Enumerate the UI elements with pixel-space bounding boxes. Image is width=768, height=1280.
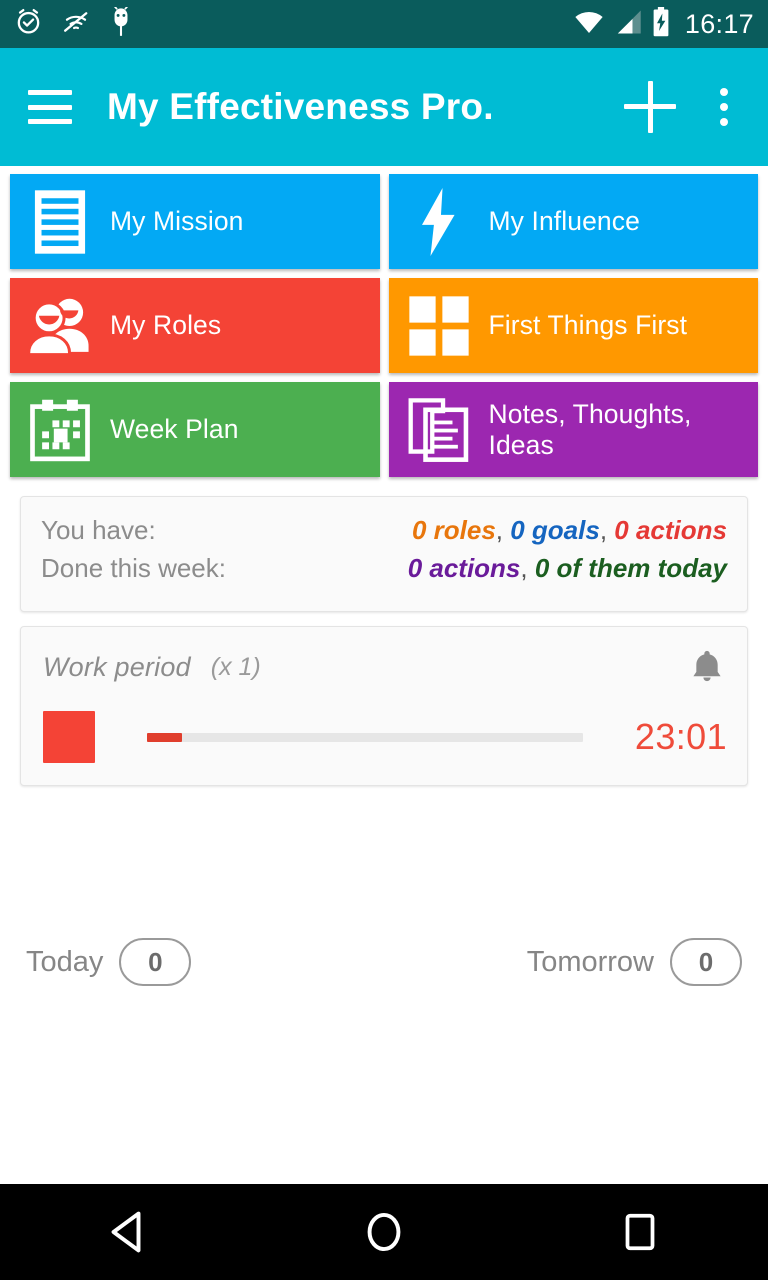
- more-vertical-icon[interactable]: [720, 88, 728, 126]
- tile-my-influence[interactable]: My Influence: [388, 174, 758, 269]
- day-summary-bar: Today 0 Tomorrow 0: [0, 934, 768, 990]
- status-bar-clock: 16:17: [684, 8, 754, 39]
- stats-row-done-this-week: Done this week: 0 actions, 0 of them tod…: [41, 553, 727, 591]
- stats-have-label: You have:: [41, 515, 156, 545]
- tile-label: Week Plan: [110, 414, 239, 445]
- summary-stats-card: You have: 0 roles, 0 goals, 0 actions Do…: [20, 496, 748, 612]
- android-bug-icon: [109, 4, 133, 42]
- work-period-count: (x 1): [210, 652, 261, 681]
- stats-have-values: 0 roles, 0 goals, 0 actions: [411, 515, 727, 545]
- tile-my-mission[interactable]: My Mission: [10, 174, 380, 269]
- alarm-check-icon: [14, 7, 43, 41]
- tile-label: My Mission: [110, 206, 244, 237]
- plus-icon[interactable]: [624, 81, 676, 133]
- tile-week-plan[interactable]: Week Plan: [10, 382, 380, 477]
- cell-signal-icon: [614, 9, 642, 40]
- work-period-title: Work period: [43, 651, 191, 682]
- tile-label: Notes, Thoughts, Ideas: [488, 399, 692, 460]
- stat-goals: 0 goals: [510, 515, 600, 545]
- stat-roles: 0 roles: [411, 515, 496, 545]
- tomorrow-count-badge: 0: [670, 938, 742, 986]
- document-lines-icon: [22, 184, 98, 260]
- stats-done-values: 0 actions, 0 of them today: [407, 553, 727, 583]
- stats-row-you-have: You have: 0 roles, 0 goals, 0 actions: [41, 515, 727, 553]
- recents-square-icon[interactable]: [580, 1184, 700, 1280]
- work-period-progress-fill: [147, 732, 182, 742]
- tomorrow-label: Tomorrow: [526, 945, 654, 978]
- status-bar: 16:17: [0, 0, 768, 48]
- tile-label: My Roles: [110, 310, 222, 341]
- work-period-controls: 23:01: [43, 711, 727, 763]
- wifi-icon: [573, 9, 605, 40]
- hamburger-menu-icon[interactable]: [28, 90, 72, 124]
- tile-label: My Influence: [488, 206, 640, 237]
- app-bar-actions: [624, 81, 746, 133]
- tile-label: First Things First: [488, 310, 688, 341]
- quadrant-grid-icon: [401, 288, 477, 364]
- today-label: Today: [26, 945, 104, 978]
- stat-done-actions: 0 actions: [407, 553, 521, 583]
- page-title: My Effectiveness Pro.: [107, 86, 494, 127]
- battery-charging-icon: [651, 6, 671, 42]
- status-bar-right-icons: 16:17: [573, 6, 754, 42]
- stat-actions: 0 actions: [614, 515, 727, 545]
- tile-my-roles[interactable]: My Roles: [10, 278, 380, 373]
- lightning-bolt-icon: [401, 184, 477, 260]
- work-period-progress-bar[interactable]: [147, 732, 583, 742]
- wifi-off-icon: [61, 7, 91, 41]
- people-group-icon: [22, 288, 98, 364]
- app-screen: 16:17 My Effectiveness Pro. My Mission M…: [0, 0, 768, 1280]
- app-bar: My Effectiveness Pro.: [0, 48, 768, 166]
- work-period-header: Work period (x 1): [43, 645, 727, 689]
- today-count-badge: 0: [119, 938, 192, 986]
- work-period-timer: 23:01: [634, 716, 727, 757]
- status-bar-left-icons: [14, 4, 133, 42]
- android-navigation-bar: [0, 1184, 768, 1280]
- today-group[interactable]: Today 0: [26, 938, 192, 986]
- tile-notes-thoughts-ideas[interactable]: Notes, Thoughts, Ideas: [388, 382, 758, 477]
- feature-tile-grid: My Mission My Influence My Roles First T…: [0, 166, 768, 477]
- back-triangle-icon[interactable]: [68, 1184, 188, 1280]
- tomorrow-group[interactable]: Tomorrow 0: [527, 938, 742, 986]
- work-period-card: Work period (x 1) 23:01: [20, 626, 748, 786]
- calendar-icon: [22, 392, 98, 468]
- tile-first-things-first[interactable]: First Things First: [388, 278, 758, 373]
- home-circle-icon[interactable]: [324, 1184, 444, 1280]
- stat-done-today: 0 of them today: [534, 553, 727, 583]
- stats-done-label: Done this week:: [41, 553, 226, 583]
- documents-stack-icon: [401, 392, 477, 468]
- bell-icon[interactable]: [687, 645, 727, 689]
- stop-button[interactable]: [43, 711, 95, 763]
